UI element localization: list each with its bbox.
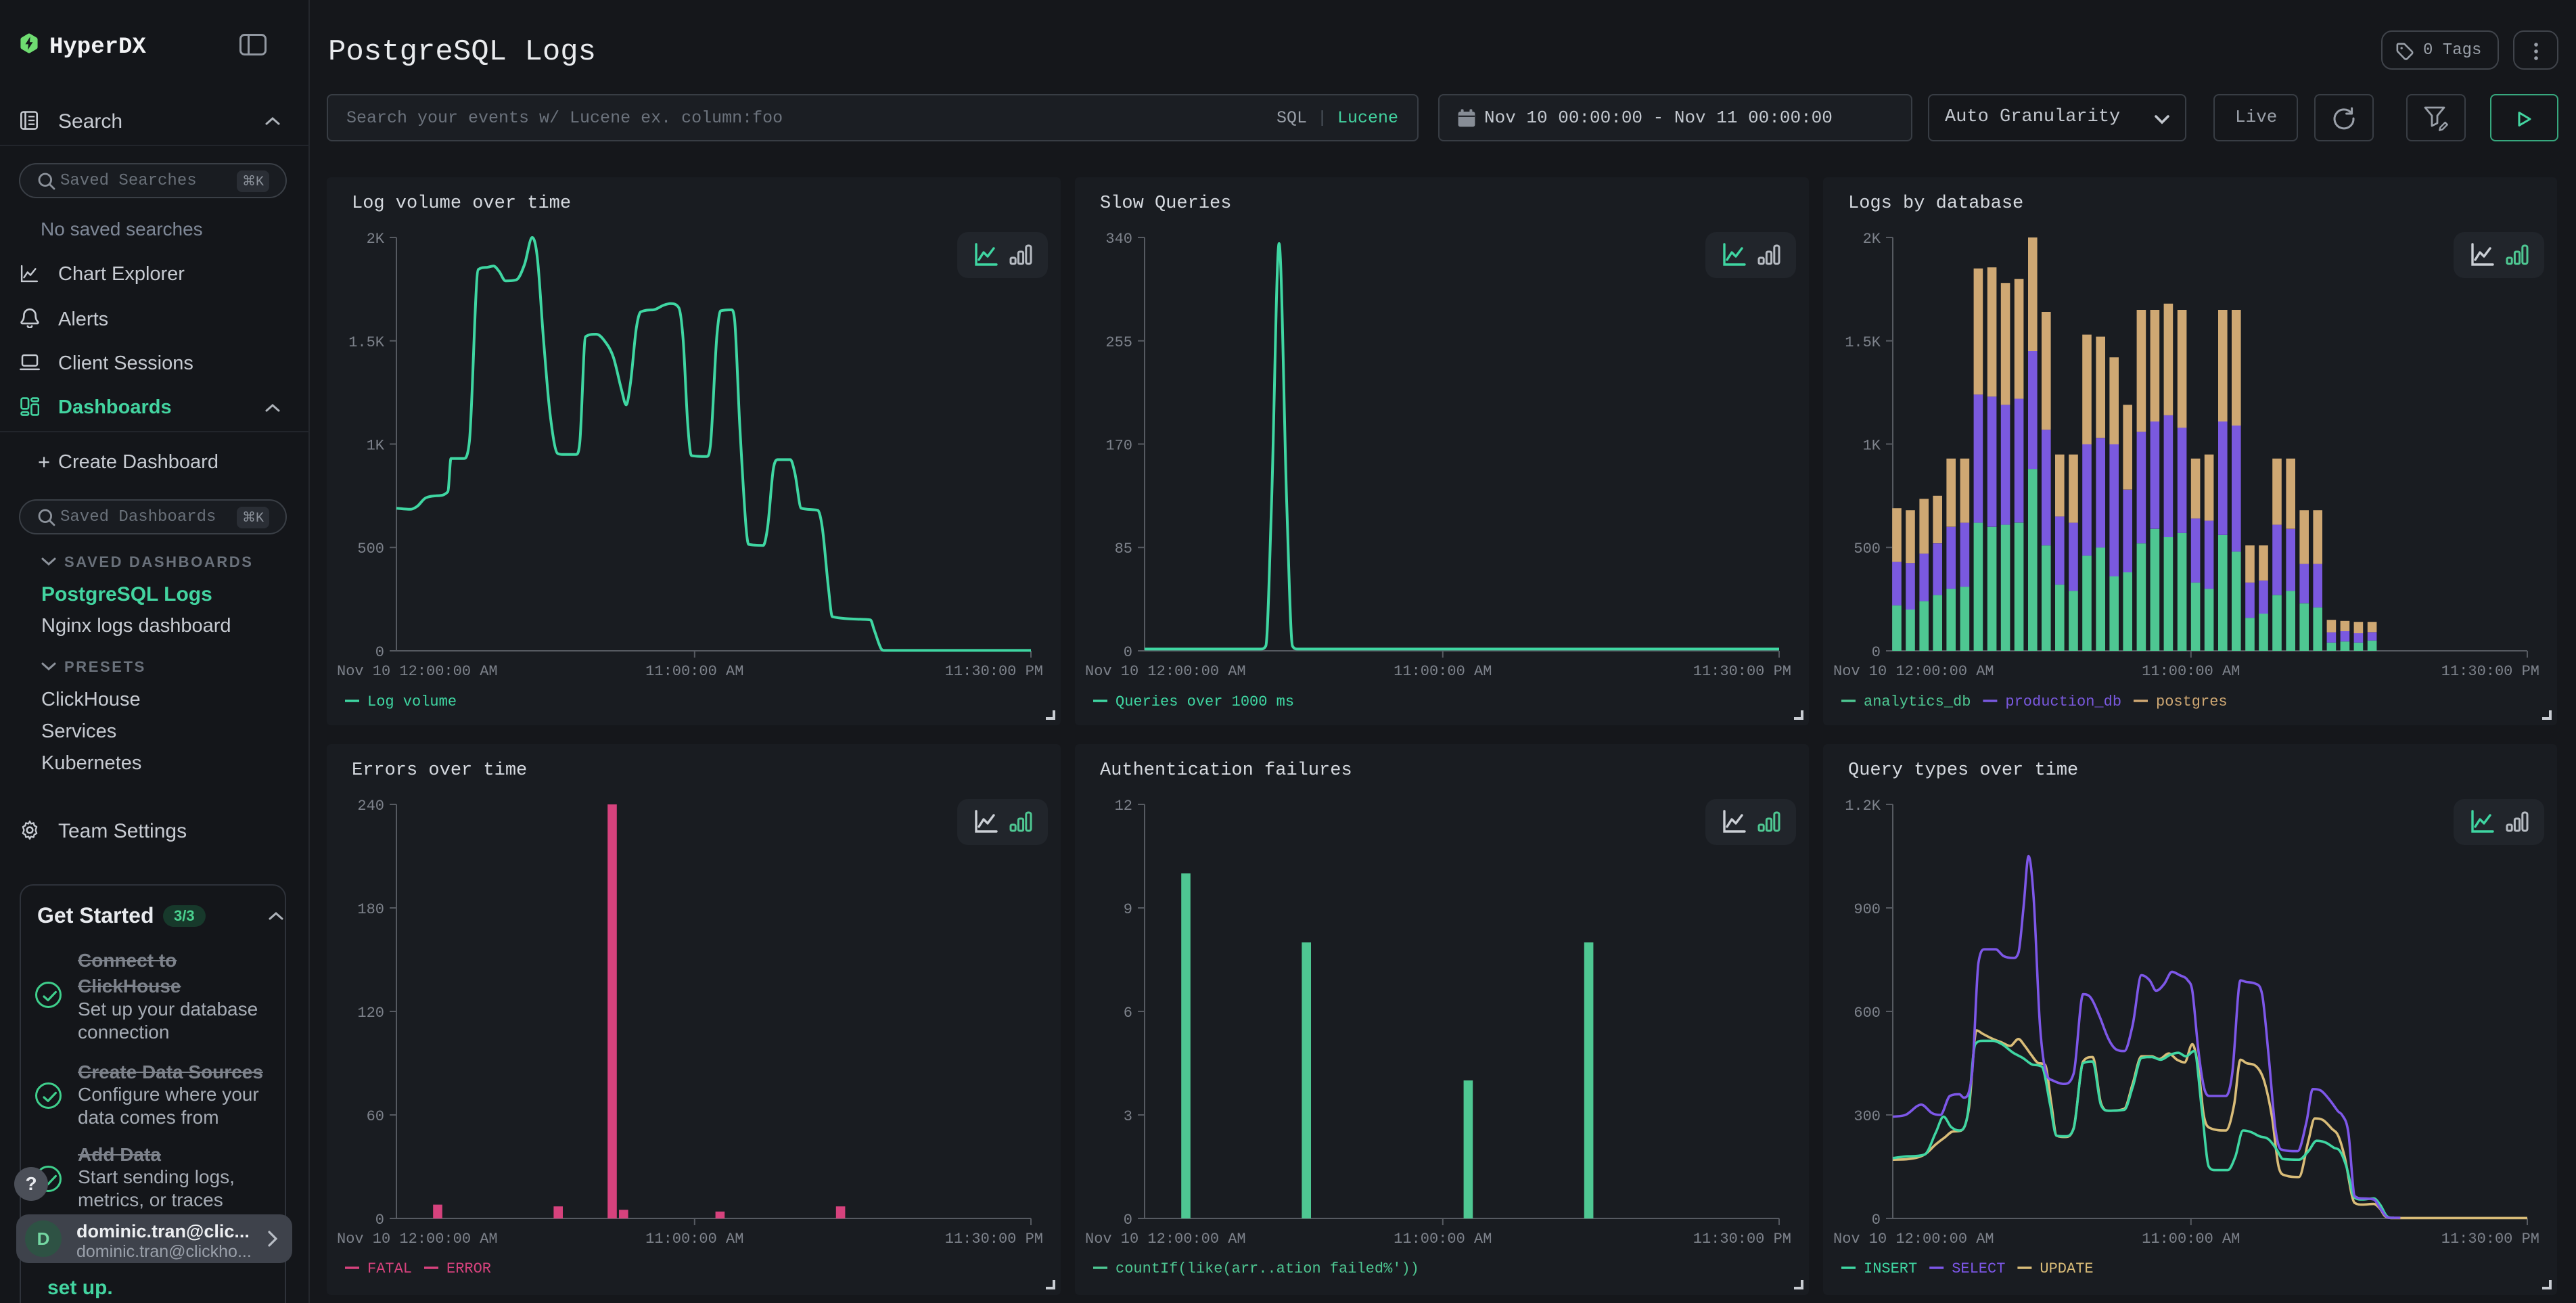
svg-text:FATAL: FATAL <box>367 1260 412 1277</box>
svg-text:Queries over 1000 ms: Queries over 1000 ms <box>1116 693 1294 710</box>
svg-text:11:00:00 AM: 11:00:00 AM <box>2142 1231 2240 1248</box>
svg-text:1K: 1K <box>1863 437 1881 454</box>
svg-text:0: 0 <box>375 1212 384 1229</box>
svg-text:0: 0 <box>375 644 384 661</box>
svg-text:180: 180 <box>357 901 384 918</box>
svg-text:1.2K: 1.2K <box>1845 798 1881 815</box>
svg-text:Nov 10 12:00:00 AM: Nov 10 12:00:00 AM <box>1833 1231 1994 1248</box>
svg-text:300: 300 <box>1854 1108 1881 1125</box>
svg-text:500: 500 <box>1854 541 1881 557</box>
svg-text:0: 0 <box>1124 1212 1132 1229</box>
svg-text:11:00:00 AM: 11:00:00 AM <box>2142 663 2240 680</box>
svg-text:Nov 10 12:00:00 AM: Nov 10 12:00:00 AM <box>1833 663 1994 680</box>
svg-text:Nov 10 12:00:00 AM: Nov 10 12:00:00 AM <box>337 663 498 680</box>
svg-text:11:00:00 AM: 11:00:00 AM <box>645 1231 743 1248</box>
svg-text:UPDATE: UPDATE <box>2040 1260 2093 1277</box>
svg-text:85: 85 <box>1115 541 1132 557</box>
svg-text:Log volume: Log volume <box>367 693 457 710</box>
svg-text:11:30:00 PM: 11:30:00 PM <box>945 1231 1043 1248</box>
svg-text:255: 255 <box>1105 334 1132 351</box>
svg-text:production_db: production_db <box>2005 693 2121 710</box>
svg-text:countIf(like(arr..ation failed: countIf(like(arr..ation failed%')) <box>1116 1260 1419 1277</box>
svg-text:6: 6 <box>1124 1005 1132 1022</box>
svg-text:postgres: postgres <box>2156 693 2228 710</box>
svg-text:9: 9 <box>1124 901 1132 918</box>
svg-text:analytics_db: analytics_db <box>1864 693 1971 710</box>
svg-text:Nov 10 12:00:00 AM: Nov 10 12:00:00 AM <box>1085 663 1246 680</box>
svg-text:2K: 2K <box>1863 231 1881 248</box>
svg-text:2K: 2K <box>367 231 385 248</box>
svg-text:120: 120 <box>357 1005 384 1022</box>
svg-text:0: 0 <box>1124 644 1132 661</box>
svg-text:600: 600 <box>1854 1005 1881 1022</box>
svg-text:0: 0 <box>1872 644 1881 661</box>
svg-text:240: 240 <box>357 798 384 815</box>
svg-text:1.5K: 1.5K <box>1845 334 1881 351</box>
svg-text:12: 12 <box>1115 798 1132 815</box>
svg-text:340: 340 <box>1105 231 1132 248</box>
svg-text:11:30:00 PM: 11:30:00 PM <box>2441 663 2539 680</box>
svg-text:11:00:00 AM: 11:00:00 AM <box>645 663 743 680</box>
svg-text:11:30:00 PM: 11:30:00 PM <box>1693 1231 1791 1248</box>
svg-text:11:30:00 PM: 11:30:00 PM <box>2441 1231 2539 1248</box>
svg-text:170: 170 <box>1105 437 1132 454</box>
svg-text:0: 0 <box>1872 1212 1881 1229</box>
svg-text:Nov 10 12:00:00 AM: Nov 10 12:00:00 AM <box>337 1231 498 1248</box>
svg-text:1.5K: 1.5K <box>348 334 385 351</box>
svg-text:60: 60 <box>367 1108 384 1125</box>
svg-text:Nov 10 12:00:00 AM: Nov 10 12:00:00 AM <box>1085 1231 1246 1248</box>
svg-text:ERROR: ERROR <box>446 1260 491 1277</box>
svg-text:11:00:00 AM: 11:00:00 AM <box>1394 1231 1492 1248</box>
svg-text:1K: 1K <box>367 437 385 454</box>
svg-text:500: 500 <box>357 541 384 557</box>
svg-text:11:30:00 PM: 11:30:00 PM <box>1693 663 1791 680</box>
svg-text:11:30:00 PM: 11:30:00 PM <box>945 663 1043 680</box>
svg-text:INSERT: INSERT <box>1864 1260 1917 1277</box>
svg-text:SELECT: SELECT <box>1952 1260 2005 1277</box>
svg-text:11:00:00 AM: 11:00:00 AM <box>1394 663 1492 680</box>
svg-text:3: 3 <box>1124 1108 1132 1125</box>
svg-text:900: 900 <box>1854 901 1881 918</box>
